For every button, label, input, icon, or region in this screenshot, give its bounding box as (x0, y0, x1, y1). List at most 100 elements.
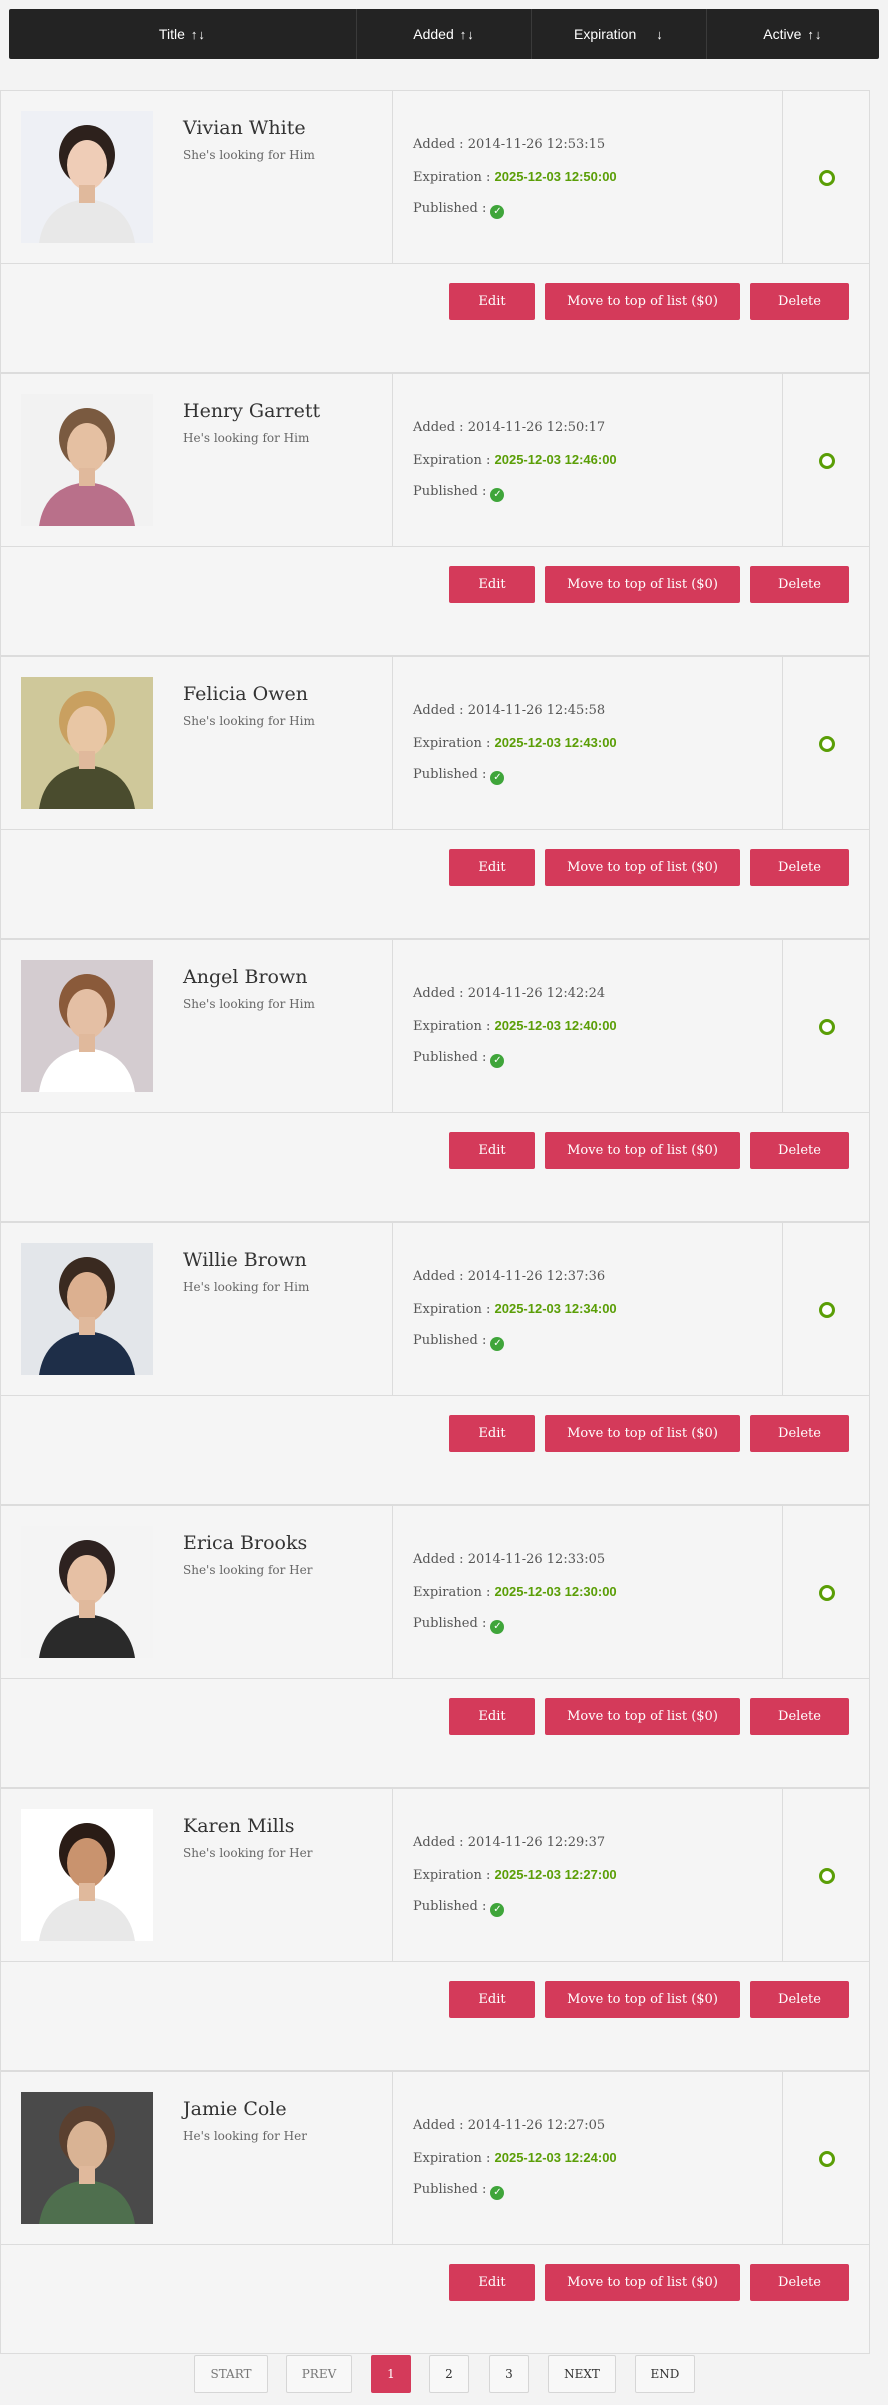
added-value: 2014-11-26 12:33:05 (467, 1552, 606, 1567)
added-label: Added : (413, 137, 468, 152)
delete-button[interactable]: Delete (750, 1415, 849, 1452)
checkmark-icon: ✓ (490, 1054, 505, 1068)
delete-button[interactable]: Delete (750, 1981, 849, 2018)
delete-button[interactable]: Delete (750, 566, 849, 603)
edit-button[interactable]: Edit (449, 1981, 535, 2018)
edit-button[interactable]: Edit (449, 566, 535, 603)
edit-button[interactable]: Edit (449, 1698, 535, 1735)
expiration-row: Expiration : 2025-12-03 12:46:00 (413, 452, 617, 468)
column-divider (782, 940, 783, 1112)
added-value: 2014-11-26 12:27:05 (467, 2118, 606, 2133)
listing-name[interactable]: Karen Mills (183, 1815, 295, 1837)
profile-photo[interactable] (21, 394, 153, 526)
move-to-top-button[interactable]: Move to top of list ($0) (545, 849, 740, 886)
page-start-button[interactable]: START (194, 2355, 268, 2393)
profile-photo[interactable] (21, 1526, 153, 1658)
listing-details: Felicia Owen She's looking for Him Added… (1, 657, 869, 830)
delete-button[interactable]: Delete (750, 849, 849, 886)
listing-subtitle: She's looking for Him (183, 714, 315, 728)
sort-active[interactable]: Active ↑↓ (707, 9, 879, 59)
move-to-top-button[interactable]: Move to top of list ($0) (545, 1415, 740, 1452)
listing-card: Angel Brown She's looking for Him Added … (0, 939, 870, 1222)
column-divider (392, 2072, 393, 2244)
move-to-top-button[interactable]: Move to top of list ($0) (545, 2264, 740, 2301)
listing-name[interactable]: Felicia Owen (183, 683, 308, 705)
profile-photo[interactable] (21, 1243, 153, 1375)
published-row: Published : ✓ (413, 484, 505, 502)
profile-photo[interactable] (21, 677, 153, 809)
column-divider (782, 657, 783, 829)
profile-photo[interactable] (21, 960, 153, 1092)
listing-name[interactable]: Jamie Cole (183, 2098, 287, 2120)
active-status-icon[interactable] (819, 170, 835, 186)
sort-arrows-icon: ↑↓ (459, 26, 475, 42)
active-status-icon[interactable] (819, 453, 835, 469)
active-status-icon[interactable] (819, 736, 835, 752)
listing-card: Felicia Owen She's looking for Him Added… (0, 656, 870, 939)
profile-photo[interactable] (21, 1809, 153, 1941)
expiration-value: 2025-12-03 12:24:00 (494, 2150, 617, 2165)
page-3-button[interactable]: 3 (489, 2355, 529, 2393)
edit-button[interactable]: Edit (449, 283, 535, 320)
active-status-icon[interactable] (819, 1302, 835, 1318)
added-value: 2014-11-26 12:45:58 (467, 703, 606, 718)
edit-button[interactable]: Edit (449, 2264, 535, 2301)
move-to-top-button[interactable]: Move to top of list ($0) (545, 1698, 740, 1735)
person-avatar-icon (21, 2092, 153, 2224)
listing-card: Willie Brown He's looking for Him Added … (0, 1222, 870, 1505)
page-prev-button[interactable]: PREV (286, 2355, 352, 2393)
listing-name[interactable]: Vivian White (183, 117, 306, 139)
added-row: Added : 2014-11-26 12:37:36 (413, 1269, 605, 1284)
expiration-label: Expiration : (413, 1302, 495, 1317)
page-1-button[interactable]: 1 (371, 2355, 411, 2393)
published-label: Published : (413, 767, 491, 782)
move-to-top-button[interactable]: Move to top of list ($0) (545, 566, 740, 603)
page-end-button[interactable]: END (635, 2355, 695, 2393)
page-2-button[interactable]: 2 (429, 2355, 469, 2393)
active-status-icon[interactable] (819, 2151, 835, 2167)
delete-button[interactable]: Delete (750, 283, 849, 320)
sort-title[interactable]: Title ↑↓ (9, 9, 357, 59)
move-to-top-button[interactable]: Move to top of list ($0) (545, 1132, 740, 1169)
published-row: Published : ✓ (413, 1050, 505, 1068)
column-label: Expiration (574, 26, 637, 42)
profile-photo[interactable] (21, 2092, 153, 2224)
expiration-value: 2025-12-03 12:50:00 (494, 169, 617, 184)
listing-name[interactable]: Angel Brown (183, 966, 307, 988)
delete-button[interactable]: Delete (750, 1132, 849, 1169)
expiration-value: 2025-12-03 12:34:00 (494, 1301, 617, 1316)
move-to-top-button[interactable]: Move to top of list ($0) (545, 283, 740, 320)
profile-photo[interactable] (21, 111, 153, 243)
added-label: Added : (413, 1835, 468, 1850)
edit-button[interactable]: Edit (449, 1132, 535, 1169)
sort-expiration[interactable]: Expiration ↓ (532, 9, 707, 59)
listing-subtitle: She's looking for Him (183, 997, 315, 1011)
edit-button[interactable]: Edit (449, 849, 535, 886)
checkmark-icon: ✓ (490, 2186, 505, 2200)
delete-button[interactable]: Delete (750, 1698, 849, 1735)
expiration-row: Expiration : 2025-12-03 12:43:00 (413, 735, 617, 751)
listing-name[interactable]: Willie Brown (183, 1249, 307, 1271)
edit-button[interactable]: Edit (449, 1415, 535, 1452)
listing-subtitle: She's looking for Him (183, 148, 315, 162)
pagination: START PREV 1 2 3 NEXT END (0, 2355, 888, 2393)
listing-name[interactable]: Erica Brooks (183, 1532, 307, 1554)
person-avatar-icon (21, 1526, 153, 1658)
added-row: Added : 2014-11-26 12:29:37 (413, 1835, 605, 1850)
added-row: Added : 2014-11-26 12:45:58 (413, 703, 605, 718)
person-avatar-icon (21, 1809, 153, 1941)
listings-panel: Title ↑↓ Added ↑↓ Expiration ↓ Active ↑↓ (9, 9, 879, 59)
listing-name[interactable]: Henry Garrett (183, 400, 320, 422)
sort-arrows-icon: ↑↓ (807, 26, 823, 42)
added-label: Added : (413, 1552, 468, 1567)
table-header: Title ↑↓ Added ↑↓ Expiration ↓ Active ↑↓ (9, 9, 879, 59)
active-status-icon[interactable] (819, 1019, 835, 1035)
active-status-icon[interactable] (819, 1585, 835, 1601)
added-row: Added : 2014-11-26 12:53:15 (413, 137, 605, 152)
delete-button[interactable]: Delete (750, 2264, 849, 2301)
active-status-icon[interactable] (819, 1868, 835, 1884)
checkmark-icon: ✓ (490, 205, 505, 219)
page-next-button[interactable]: NEXT (548, 2355, 616, 2393)
move-to-top-button[interactable]: Move to top of list ($0) (545, 1981, 740, 2018)
sort-added[interactable]: Added ↑↓ (357, 9, 533, 59)
